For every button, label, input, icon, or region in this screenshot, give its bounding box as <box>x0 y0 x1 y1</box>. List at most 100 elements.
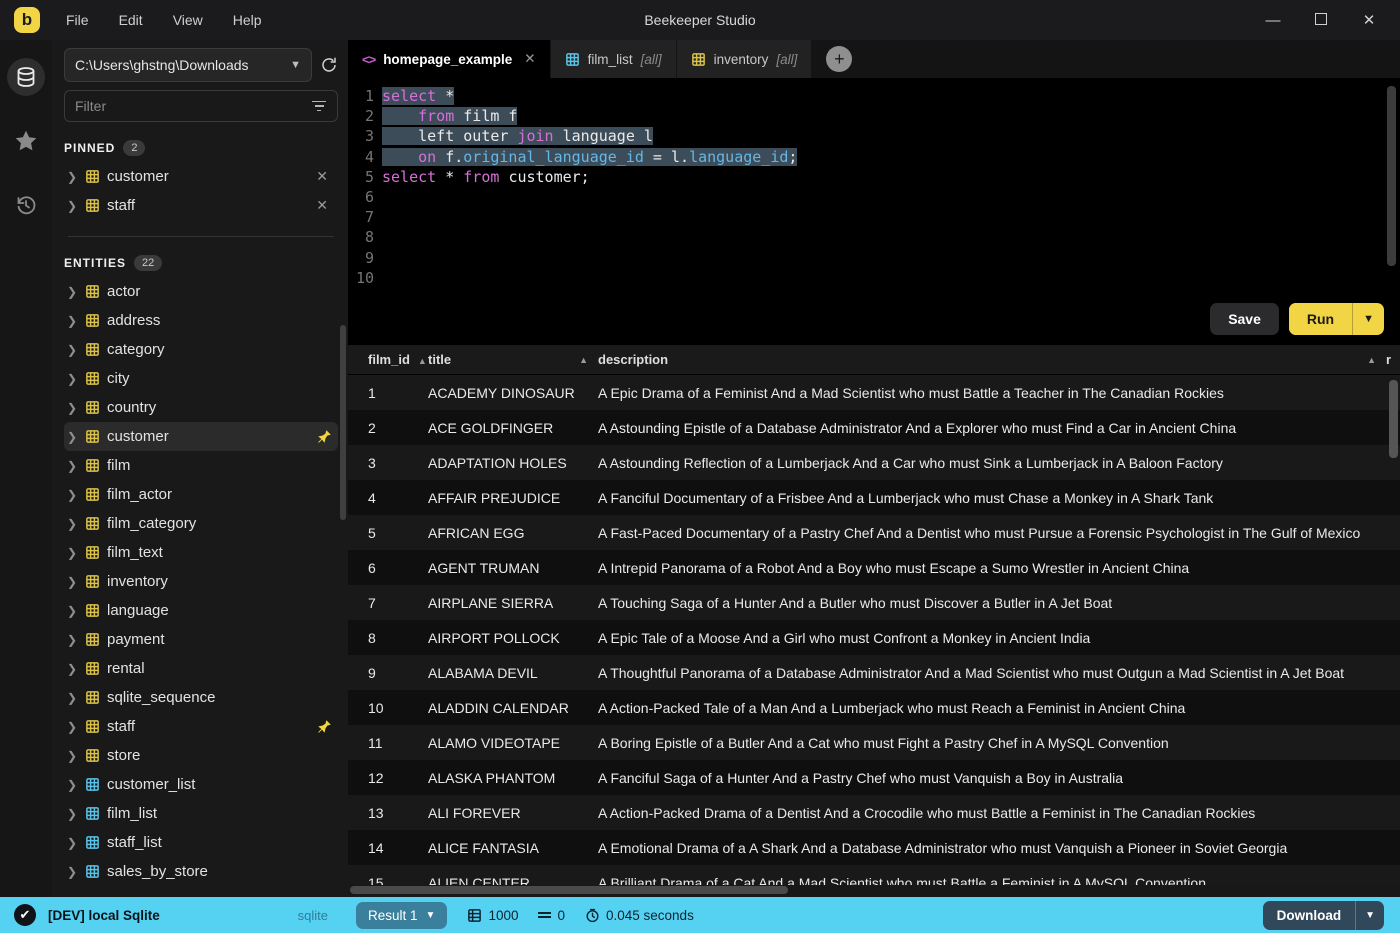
download-options-caret-icon[interactable]: ▼ <box>1355 900 1384 930</box>
chevron-right-icon[interactable]: ❯ <box>66 720 78 734</box>
tab-inventory[interactable]: inventory [all] <box>676 40 813 78</box>
entity-item-category[interactable]: ❯ category <box>64 335 338 364</box>
table-row[interactable]: 14 ALICE FANTASIA A Emotional Drama of a… <box>348 830 1400 865</box>
sort-asc-icon[interactable]: ▲ <box>579 355 588 365</box>
entity-item-language[interactable]: ❯ language <box>64 596 338 625</box>
chevron-right-icon[interactable]: ❯ <box>66 778 78 792</box>
cell-description[interactable]: A Boring Epistle of a Butler And a Cat w… <box>598 735 1400 751</box>
entity-item-staff[interactable]: ❯ staff <box>64 712 338 741</box>
cell-film-id[interactable]: 5 <box>348 525 428 541</box>
cell-description[interactable]: A Epic Tale of a Moose And a Girl who mu… <box>598 630 1400 646</box>
cell-description[interactable]: A Epic Drama of a Feminist And a Mad Sci… <box>598 385 1400 401</box>
chevron-right-icon[interactable]: ❯ <box>66 430 78 444</box>
chevron-right-icon[interactable]: ❯ <box>66 633 78 647</box>
results-vertical-scrollbar[interactable] <box>1389 380 1398 458</box>
entity-item-country[interactable]: ❯ country <box>64 393 338 422</box>
cell-film-id[interactable]: 10 <box>348 700 428 716</box>
entity-item-rental[interactable]: ❯ rental <box>64 654 338 683</box>
cell-description[interactable]: A Touching Saga of a Hunter And a Butler… <box>598 595 1400 611</box>
cell-title[interactable]: ACADEMY DINOSAUR <box>428 385 598 401</box>
save-button[interactable]: Save <box>1210 303 1279 335</box>
cell-description[interactable]: A Fast-Paced Documentary of a Pastry Che… <box>598 525 1400 541</box>
menu-edit[interactable]: Edit <box>107 7 155 33</box>
cell-description[interactable]: A Action-Packed Drama of a Dentist And a… <box>598 805 1400 821</box>
unpin-close-icon[interactable]: ✕ <box>312 197 332 214</box>
table-row[interactable]: 3 ADAPTATION HOLES A Astounding Reflecti… <box>348 445 1400 480</box>
pin-icon[interactable] <box>317 429 332 444</box>
table-row[interactable]: 8 AIRPORT POLLOCK A Epic Tale of a Moose… <box>348 620 1400 655</box>
editor-scrollbar[interactable] <box>1387 86 1396 266</box>
run-options-caret-icon[interactable]: ▼ <box>1352 303 1384 335</box>
maximize-icon[interactable] <box>1312 12 1330 29</box>
cell-film-id[interactable]: 12 <box>348 770 428 786</box>
download-button[interactable]: Download <box>1263 901 1356 930</box>
filter-input[interactable] <box>75 98 311 114</box>
entity-item-customer_list[interactable]: ❯ customer_list <box>64 770 338 799</box>
cell-title[interactable]: AIRPORT POLLOCK <box>428 630 598 646</box>
cell-film-id[interactable]: 14 <box>348 840 428 856</box>
sidebar-scrollbar[interactable] <box>340 325 346 520</box>
cell-description[interactable]: A Thoughtful Panorama of a Database Admi… <box>598 665 1400 681</box>
pin-icon[interactable] <box>317 719 332 734</box>
cell-film-id[interactable]: 4 <box>348 490 428 506</box>
entity-item-film_list[interactable]: ❯ film_list <box>64 799 338 828</box>
cell-film-id[interactable]: 9 <box>348 665 428 681</box>
sort-asc-icon[interactable]: ▲ <box>1367 355 1376 365</box>
menu-file[interactable]: File <box>54 7 101 33</box>
entity-item-payment[interactable]: ❯ payment <box>64 625 338 654</box>
cell-film-id[interactable]: 1 <box>348 385 428 401</box>
new-tab-button[interactable]: + <box>826 46 853 72</box>
favorites-star-icon[interactable] <box>7 122 45 160</box>
run-button[interactable]: Run <box>1288 303 1353 335</box>
cell-film-id[interactable]: 7 <box>348 595 428 611</box>
close-icon[interactable]: ✕ <box>1360 11 1378 29</box>
chevron-right-icon[interactable]: ❯ <box>66 604 78 618</box>
chevron-right-icon[interactable]: ❯ <box>66 662 78 676</box>
cell-description[interactable]: A Astounding Epistle of a Database Admin… <box>598 420 1400 436</box>
chevron-right-icon[interactable]: ❯ <box>66 517 78 531</box>
cell-title[interactable]: AFFAIR PREJUDICE <box>428 490 598 506</box>
chevron-right-icon[interactable]: ❯ <box>66 836 78 850</box>
table-row[interactable]: 11 ALAMO VIDEOTAPE A Boring Epistle of a… <box>348 725 1400 760</box>
column-header-partial[interactable]: r <box>1386 352 1400 367</box>
entity-item-address[interactable]: ❯ address <box>64 306 338 335</box>
cell-title[interactable]: ALADDIN CALENDAR <box>428 700 598 716</box>
column-header-description[interactable]: description ▲ <box>598 352 1386 367</box>
minimize-icon[interactable]: — <box>1264 12 1282 29</box>
chevron-right-icon[interactable]: ❯ <box>66 170 78 184</box>
history-icon[interactable] <box>7 186 45 224</box>
cell-description[interactable]: A Astounding Reflection of a Lumberjack … <box>598 455 1400 471</box>
sort-asc-icon[interactable]: ▲ <box>418 356 427 366</box>
cell-description[interactable]: A Intrepid Panorama of a Robot And a Boy… <box>598 560 1400 576</box>
chevron-right-icon[interactable]: ❯ <box>66 401 78 415</box>
cell-film-id[interactable]: 13 <box>348 805 428 821</box>
chevron-right-icon[interactable]: ❯ <box>66 488 78 502</box>
chevron-right-icon[interactable]: ❯ <box>66 372 78 386</box>
table-row[interactable]: 2 ACE GOLDFINGER A Astounding Epistle of… <box>348 410 1400 445</box>
table-row[interactable]: 6 AGENT TRUMAN A Intrepid Panorama of a … <box>348 550 1400 585</box>
chevron-right-icon[interactable]: ❯ <box>66 749 78 763</box>
table-row[interactable]: 10 ALADDIN CALENDAR A Action-Packed Tale… <box>348 690 1400 725</box>
cell-description[interactable]: A Action-Packed Tale of a Man And a Lumb… <box>598 700 1400 716</box>
cell-film-id[interactable]: 6 <box>348 560 428 576</box>
cell-film-id[interactable]: 2 <box>348 420 428 436</box>
cell-film-id[interactable]: 8 <box>348 630 428 646</box>
cell-title[interactable]: ALASKA PHANTOM <box>428 770 598 786</box>
column-header-title[interactable]: title ▲ <box>428 352 598 367</box>
entity-item-store[interactable]: ❯ store <box>64 741 338 770</box>
cell-title[interactable]: AFRICAN EGG <box>428 525 598 541</box>
cell-film-id[interactable]: 3 <box>348 455 428 471</box>
chevron-right-icon[interactable]: ❯ <box>66 343 78 357</box>
tab-close-icon[interactable]: ✕ <box>524 51 535 67</box>
table-row[interactable]: 5 AFRICAN EGG A Fast-Paced Documentary o… <box>348 515 1400 550</box>
cell-description[interactable]: A Fanciful Documentary of a Frisbee And … <box>598 490 1400 506</box>
chevron-right-icon[interactable]: ❯ <box>66 575 78 589</box>
sql-editor[interactable]: 1 2 3 4 5 6 7 8 9 10 select * from film f left ou… <box>348 78 1400 345</box>
column-header-film-id[interactable]: film_id ▲ <box>348 352 428 367</box>
entity-item-sales_by_store[interactable]: ❯ sales_by_store <box>64 857 338 886</box>
entity-item-inventory[interactable]: ❯ inventory <box>64 567 338 596</box>
chevron-right-icon[interactable]: ❯ <box>66 865 78 879</box>
menu-help[interactable]: Help <box>221 7 274 33</box>
table-row[interactable]: 1 ACADEMY DINOSAUR A Epic Drama of a Fem… <box>348 375 1400 410</box>
table-row[interactable]: 7 AIRPLANE SIERRA A Touching Saga of a H… <box>348 585 1400 620</box>
